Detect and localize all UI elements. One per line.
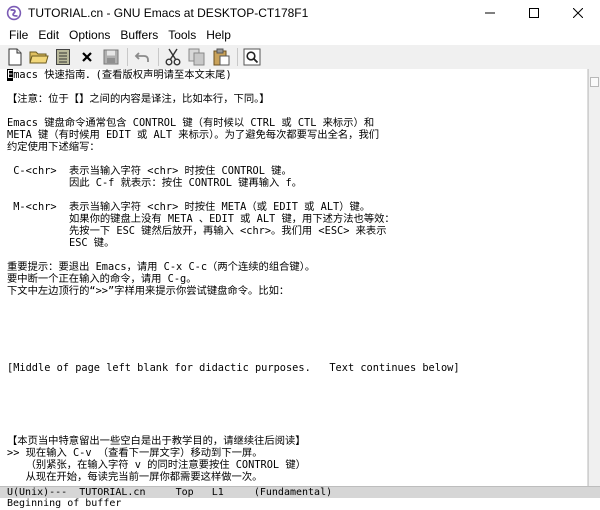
buffer-line: C-<chr> 表示当输入字符 <chr> 时按住 CONTROL 键。 <box>7 165 292 177</box>
buffer-line: 下文中左边顶行的“>>”字样用来提示你尝试键盘命令。比如： <box>7 285 290 297</box>
new-file-button[interactable] <box>4 46 26 68</box>
buffer-line: ESC 键。 <box>7 237 115 249</box>
menu-file[interactable]: File <box>4 26 33 45</box>
search-icon <box>243 48 261 66</box>
buffer-line: 要中断一个正在输入的命令，请用 C-g。 <box>7 273 197 285</box>
close-window-icon <box>573 8 583 18</box>
buffer-line: META 键（有时候用 EDIT 或 ALT 来标示）。为了避免每次都要写出全名… <box>7 129 380 141</box>
close-icon <box>82 52 92 62</box>
buffer-line: Emacs 快速指南．(查看版权声明请至本文末尾) <box>7 69 232 81</box>
mode-line[interactable]: U(Unix)--- TUTORIAL.cn Top L1 (Fundament… <box>0 486 600 498</box>
menu-bar: File Edit Options Buffers Tools Help <box>0 26 600 45</box>
close-window-button[interactable] <box>556 0 600 26</box>
buffer-line: 如果你的键盘上没有 META 、EDIT 或 ALT 键，用下述方法也等效： <box>7 213 395 225</box>
buffer-line: Emacs 键盘命令通常包含 CONTROL 键（有时候以 CTRL 或 CTL… <box>7 117 375 129</box>
open-folder-button[interactable] <box>28 46 50 68</box>
buffer-line: 【注意：位于【】之间的内容是译注，比如本行，下同。】 <box>7 93 270 105</box>
buffer-line: 【本页当中特意留出一些空白是出于教学目的，请继续往后阅读】 <box>7 435 306 447</box>
menu-edit[interactable]: Edit <box>33 26 64 45</box>
save-icon <box>103 49 119 65</box>
menu-help[interactable]: Help <box>201 26 236 45</box>
scrollbar-thumb[interactable] <box>590 77 599 87</box>
buffer-line: （别紧张，在输入字符 v 的同时注意要按住 CONTROL 键） <box>7 459 306 471</box>
menu-buffers[interactable]: Buffers <box>115 26 163 45</box>
buffer-line: >> 现在输入 C-v （查看下一屏文字）移动到下一屏。 <box>7 447 263 459</box>
open-folder-icon <box>29 51 49 64</box>
buffer-text-area[interactable]: Emacs 快速指南．(查看版权声明请至本文末尾) 【注意：位于【】之间的内容是… <box>0 69 588 486</box>
emacs-app-icon <box>6 5 22 21</box>
toolbar-separator <box>158 48 159 66</box>
dired-button[interactable] <box>52 46 74 68</box>
title-bar[interactable]: TUTORIAL.cn - GNU Emacs at DESKTOP-CT178… <box>0 0 600 26</box>
dired-icon <box>56 49 70 65</box>
toolbar <box>0 45 600 69</box>
cut-icon <box>165 48 181 66</box>
save-button[interactable] <box>100 46 122 68</box>
buffer-line: 从现在开始，每读完当前一屏你都需要这样做一次。 <box>7 471 263 483</box>
buffer-line: 因此 C-f 就表示：按住 CONTROL 键再输入 f。 <box>7 177 303 189</box>
echo-area[interactable]: Beginning of buffer <box>0 498 600 510</box>
undo-icon <box>134 52 149 62</box>
undo-button[interactable] <box>131 46 153 68</box>
vertical-scrollbar[interactable] <box>588 69 600 486</box>
menu-tools[interactable]: Tools <box>163 26 201 45</box>
window-title: TUTORIAL.cn - GNU Emacs at DESKTOP-CT178… <box>28 6 309 20</box>
paste-icon <box>213 48 230 66</box>
cut-button[interactable] <box>162 46 184 68</box>
buffer-line: [Middle of page left blank for didactic … <box>7 362 460 374</box>
copy-icon <box>188 48 205 66</box>
menu-options[interactable]: Options <box>64 26 115 45</box>
copy-button[interactable] <box>186 46 208 68</box>
buffer-line: 约定使用下述缩写： <box>7 141 100 153</box>
toolbar-separator <box>127 48 128 66</box>
minimize-button[interactable] <box>468 0 512 26</box>
buffer-line: 重要提示：要退出 Emacs，请用 C-x C-c（两个连续的组合键）。 <box>7 261 316 273</box>
kill-buffer-button[interactable] <box>76 46 98 68</box>
buffer-line: 先按一下 ESC 键然后放开，再输入 <chr>。我们用 <ESC> 来表示 <box>7 225 387 237</box>
buffer-line: M-<chr> 表示当输入字符 <chr> 时按住 META（或 EDIT 或 … <box>7 201 371 213</box>
maximize-icon <box>529 8 539 18</box>
search-button[interactable] <box>241 46 263 68</box>
new-file-icon <box>8 48 22 66</box>
paste-button[interactable] <box>210 46 232 68</box>
minimize-icon <box>485 12 495 14</box>
maximize-button[interactable] <box>512 0 556 26</box>
toolbar-separator <box>237 48 238 66</box>
